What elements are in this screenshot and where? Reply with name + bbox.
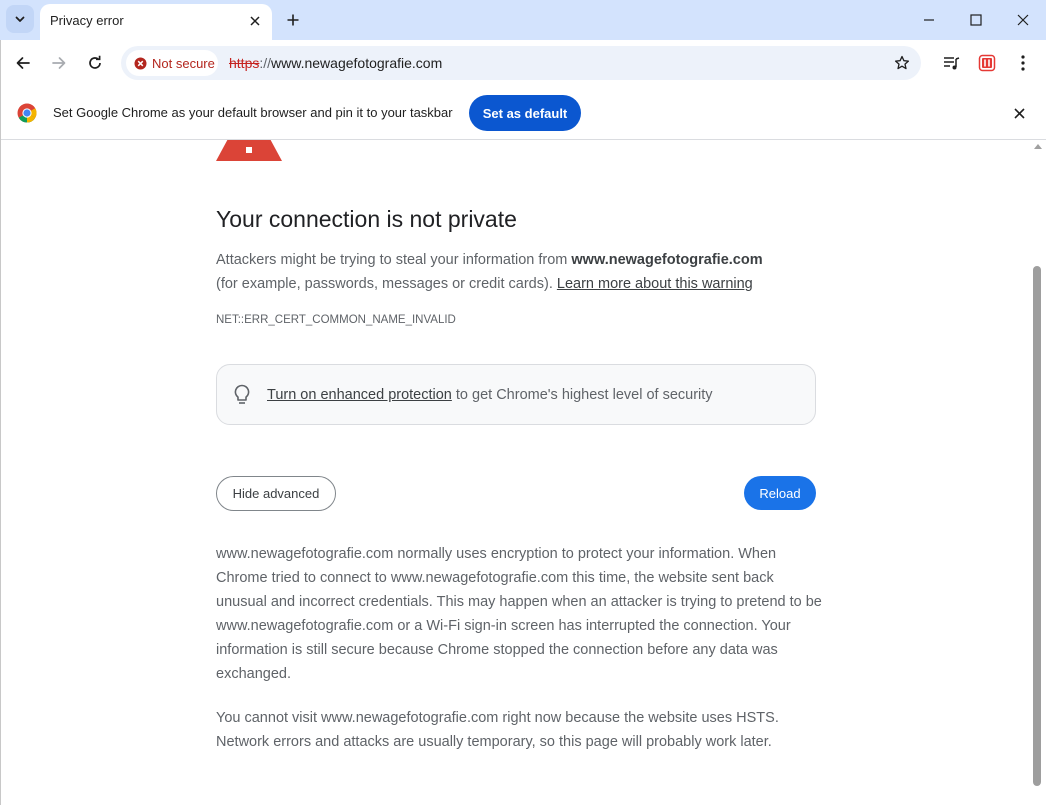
plus-icon (287, 14, 299, 26)
forward-arrow-icon (52, 57, 66, 69)
warning-triangle-icon (216, 140, 282, 161)
intro-text: Attackers might be trying to steal your … (216, 252, 572, 268)
interstitial-page: Your connection is not private Attackers… (0, 140, 1030, 805)
url-separator: :// (259, 55, 272, 71)
scrollbar-thumb[interactable] (1033, 266, 1041, 786)
enhanced-protection-rest: to get Chrome's highest level of securit… (451, 387, 713, 403)
maximize-button[interactable] (953, 0, 999, 40)
security-chip[interactable]: Not secure (126, 50, 218, 76)
default-browser-infobar: Set Google Chrome as your default browse… (0, 86, 1046, 140)
tab-close-button[interactable] (246, 12, 264, 30)
maximize-icon (970, 14, 982, 26)
minimize-icon (924, 19, 934, 21)
details-paragraph-2: You cannot visit www.newagefotografie.co… (216, 710, 779, 750)
infobar-message: Set Google Chrome as your default browse… (53, 105, 453, 120)
toolbar: Not secure https://www.newagefotografie.… (0, 40, 1046, 86)
details-paragraph-1: www.newagefotografie.com normally uses e… (216, 546, 822, 682)
page-title: Your connection is not private (216, 206, 517, 232)
reload-icon (89, 55, 101, 69)
back-button[interactable] (9, 49, 37, 77)
window-frame-edge (0, 40, 1, 805)
close-icon (1017, 14, 1029, 26)
reload-button[interactable] (81, 49, 109, 77)
close-window-button[interactable] (1000, 0, 1046, 40)
url-protocol: https (229, 55, 260, 71)
tab-search-button[interactable] (6, 5, 34, 33)
close-icon (250, 16, 260, 26)
media-control-button[interactable] (940, 51, 964, 75)
error-circle-icon (134, 57, 147, 69)
close-icon (1013, 107, 1025, 119)
enhanced-protection-text: Turn on enhanced protection to get Chrom… (267, 387, 713, 403)
infobar-close-button[interactable] (1010, 104, 1028, 122)
scroll-up-arrow-icon[interactable] (1034, 144, 1042, 149)
media-control-icon (944, 57, 960, 70)
reload-page-button[interactable]: Reload (744, 476, 816, 510)
address-bar[interactable]: Not secure https://www.newagefotografie.… (121, 46, 921, 80)
enhanced-protection-link[interactable]: Turn on enhanced protection (267, 387, 452, 403)
intro-text-after: (for example, passwords, messages or cre… (216, 276, 557, 292)
set-as-default-button[interactable]: Set as default (469, 95, 581, 131)
bookmark-star-button[interactable] (893, 54, 911, 72)
kebab-menu-icon (1021, 55, 1025, 71)
new-tab-button[interactable] (282, 9, 304, 31)
intro-host: www.newagefotografie.com (571, 252, 763, 268)
error-code: NET::ERR_CERT_COMMON_NAME_INVALID (216, 314, 456, 326)
minimize-button[interactable] (906, 0, 952, 40)
intro-paragraph: Attackers might be trying to steal your … (216, 248, 826, 296)
chevron-down-icon (15, 16, 25, 22)
lightbulb-icon (234, 384, 250, 404)
url-text[interactable]: https://www.newagefotografie.com (229, 55, 442, 71)
active-tab[interactable]: Privacy error (40, 4, 272, 40)
forward-button[interactable] (45, 49, 73, 77)
enhanced-protection-box: Turn on enhanced protection to get Chrom… (216, 364, 816, 425)
chrome-logo-icon (17, 103, 37, 123)
page-scrollbar[interactable] (1030, 140, 1046, 805)
tab-title: Privacy error (50, 13, 124, 28)
star-icon (894, 55, 910, 70)
extension-icon (978, 54, 996, 72)
learn-more-link[interactable]: Learn more about this warning (557, 276, 753, 292)
tab-strip: Privacy error (0, 0, 1046, 40)
menu-button[interactable] (1011, 51, 1035, 75)
security-chip-label: Not secure (152, 55, 215, 71)
url-host: www.newagefotografie.com (271, 55, 443, 71)
hide-advanced-button[interactable]: Hide advanced (216, 476, 336, 511)
extension-button[interactable] (975, 51, 999, 75)
back-arrow-icon (16, 57, 30, 69)
